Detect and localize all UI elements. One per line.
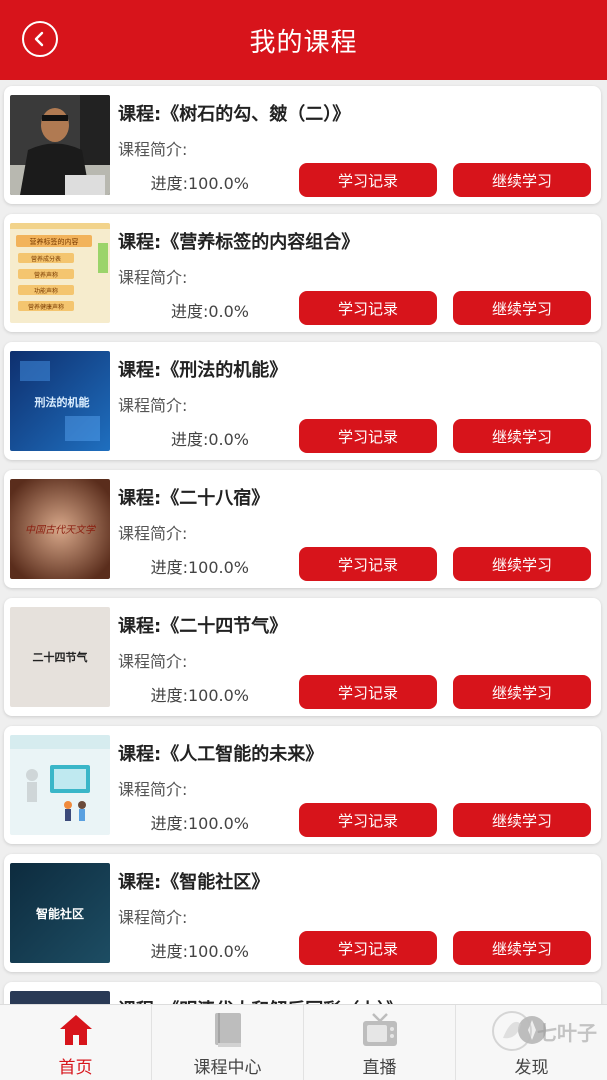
book-icon: [214, 1013, 241, 1047]
course-title[interactable]: 课程:《树石的勾、皴（二）》: [118, 100, 350, 126]
thumb-text: 营养健康声称: [28, 303, 64, 311]
thumb-text: 智能社区: [35, 906, 84, 921]
course-list[interactable]: 课程:《树石的勾、皴（二）》 课程简介: 进度:100.0% 学习记录 继续学习…: [0, 80, 607, 1004]
course-thumbnail-smart-community[interactable]: 智能社区: [10, 863, 110, 963]
course-thumbnail-criminal-law[interactable]: 刑法的机能: [10, 351, 110, 451]
leaf-icon: [492, 1011, 532, 1051]
course-intro-label: 课程简介:: [118, 524, 188, 543]
app-header: 我的课程: [0, 0, 607, 80]
course-title[interactable]: 课程:《刑法的机能》: [118, 356, 287, 382]
course-progress: 进度:100.0%: [150, 558, 249, 577]
continue-study-button[interactable]: 继续学习: [453, 803, 591, 837]
course-progress: 进度:0.0%: [170, 430, 249, 449]
course-progress: 进度:100.0%: [150, 686, 249, 705]
back-button[interactable]: [22, 21, 58, 57]
tab-label: 直播: [362, 1058, 397, 1078]
page-title: 我的课程: [249, 27, 358, 58]
course-title[interactable]: 课程:《营养标签的内容组合》: [118, 228, 359, 254]
tab-label: 发现: [514, 1058, 549, 1078]
watermark-logo: 七叶子: [491, 1010, 597, 1052]
course-thumbnail-nutrition[interactable]: 营养标签的内容 营养成分表 营养声称 功能声称 营养健康声称: [10, 223, 110, 323]
thumb-text: 功能声称: [34, 287, 58, 295]
study-record-button[interactable]: 学习记录: [299, 931, 437, 965]
course-intro-label: 课程简介:: [118, 908, 188, 927]
course-title[interactable]: 课程:《智能社区》: [118, 868, 269, 894]
course-card: 二十四节气 课程:《二十四节气》 课程简介: 进度:100.0% 学习记录 继续…: [4, 598, 601, 716]
course-card: 刑法的机能 课程:《刑法的机能》 课程简介: 进度:0.0% 学习记录 继续学习: [4, 342, 601, 460]
course-title[interactable]: 课程:《人工智能的未来》: [118, 740, 323, 766]
course-card: 课程:《树石的勾、皴（二）》 课程简介: 进度:100.0% 学习记录 继续学习: [4, 86, 601, 204]
course-card: 智能社区 课程:《智能社区》 课程简介: 进度:100.0% 学习记录 继续学习: [4, 854, 601, 972]
course-title[interactable]: 课程:《二十四节气》: [118, 612, 287, 638]
course-card: 营养标签的内容 营养成分表 营养声称 功能声称 营养健康声称 课程:《营养标签的…: [4, 214, 601, 332]
continue-study-button[interactable]: 继续学习: [453, 675, 591, 709]
tab-course-center[interactable]: 课程中心: [151, 1005, 303, 1080]
course-thumbnail-28-mansions[interactable]: 中国古代天文学: [10, 479, 110, 579]
thumb-text: 营养标签的内容: [30, 237, 79, 246]
tab-home[interactable]: 首页: [0, 1005, 151, 1080]
watermark-text: 七叶子: [537, 1020, 597, 1045]
course-progress: 进度:100.0%: [150, 814, 249, 833]
course-intro-label: 课程简介:: [118, 140, 188, 159]
home-icon: [59, 1015, 92, 1045]
thumb-text: 营养成分表: [31, 255, 61, 263]
continue-study-button[interactable]: 继续学习: [453, 547, 591, 581]
study-record-button[interactable]: 学习记录: [299, 163, 437, 197]
study-record-button[interactable]: 学习记录: [299, 547, 437, 581]
course-intro-label: 课程简介:: [118, 268, 188, 287]
study-record-button[interactable]: 学习记录: [299, 803, 437, 837]
course-thumbnail-partial[interactable]: [10, 991, 110, 1004]
course-progress: 进度:100.0%: [150, 174, 249, 193]
course-card: 课程:《人工智能的未来》 课程简介: 进度:100.0% 学习记录 继续学习: [4, 726, 601, 844]
study-record-button[interactable]: 学习记录: [299, 675, 437, 709]
course-thumbnail-ai-future[interactable]: [10, 735, 110, 835]
course-card: 课程:《明清代大和解后回彩（上）》: [4, 982, 601, 1004]
course-progress: 进度:0.0%: [170, 302, 249, 321]
course-card: 中国古代天文学 课程:《二十八宿》 课程简介: 进度:100.0% 学习记录 继…: [4, 470, 601, 588]
study-record-button[interactable]: 学习记录: [299, 291, 437, 325]
course-progress: 进度:100.0%: [150, 942, 249, 961]
thumb-text: 二十四节气: [33, 650, 88, 664]
tab-label: 首页: [58, 1058, 93, 1078]
continue-study-button[interactable]: 继续学习: [453, 931, 591, 965]
continue-study-button[interactable]: 继续学习: [453, 419, 591, 453]
thumb-text: 刑法的机能: [35, 395, 90, 409]
continue-study-button[interactable]: 继续学习: [453, 163, 591, 197]
tv-icon: [362, 1013, 397, 1046]
tab-live[interactable]: 直播: [303, 1005, 455, 1080]
course-intro-label: 课程简介:: [118, 396, 188, 415]
thumb-text: 中国古代天文学: [25, 524, 96, 536]
course-intro-label: 课程简介:: [118, 780, 188, 799]
continue-study-button[interactable]: 继续学习: [453, 291, 591, 325]
tab-label: 课程中心: [193, 1058, 262, 1078]
course-thumbnail-painter[interactable]: [10, 95, 110, 195]
study-record-button[interactable]: 学习记录: [299, 419, 437, 453]
course-title[interactable]: 课程:《二十八宿》: [118, 484, 269, 510]
thumb-text: 营养声称: [34, 271, 58, 279]
course-title[interactable]: 课程:《明清代大和解后回彩（上）》: [118, 996, 404, 1004]
course-thumbnail-solar-terms[interactable]: 二十四节气: [10, 607, 110, 707]
chevron-left-icon: [34, 31, 44, 47]
course-intro-label: 课程简介:: [118, 652, 188, 671]
